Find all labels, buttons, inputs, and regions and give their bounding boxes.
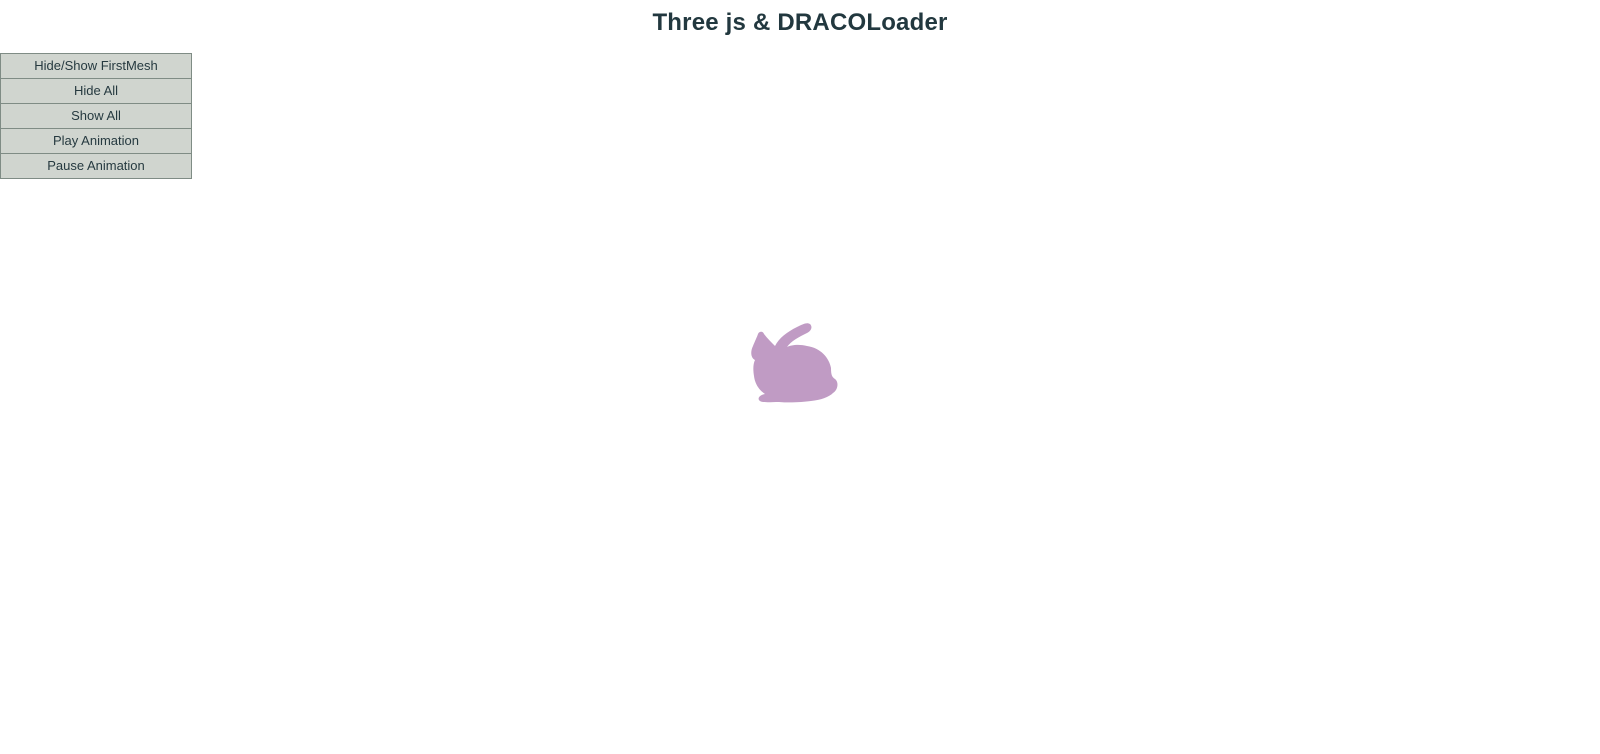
threejs-canvas[interactable]	[0, 0, 1600, 754]
play-animation-button[interactable]: Play Animation	[0, 128, 192, 154]
hide-show-firstmesh-button[interactable]: Hide/Show FirstMesh	[0, 53, 192, 79]
pause-animation-button[interactable]: Pause Animation	[0, 153, 192, 179]
hide-all-button[interactable]: Hide All	[0, 78, 192, 104]
page-title: Three js & DRACOLoader	[652, 9, 948, 36]
show-all-button[interactable]: Show All	[0, 103, 192, 129]
bunny-mesh	[751, 323, 838, 403]
control-panel: Hide/Show FirstMesh Hide All Show All Pl…	[0, 53, 192, 179]
page: Three js & DRACOLoader Hide/Show FirstMe…	[0, 0, 1600, 754]
